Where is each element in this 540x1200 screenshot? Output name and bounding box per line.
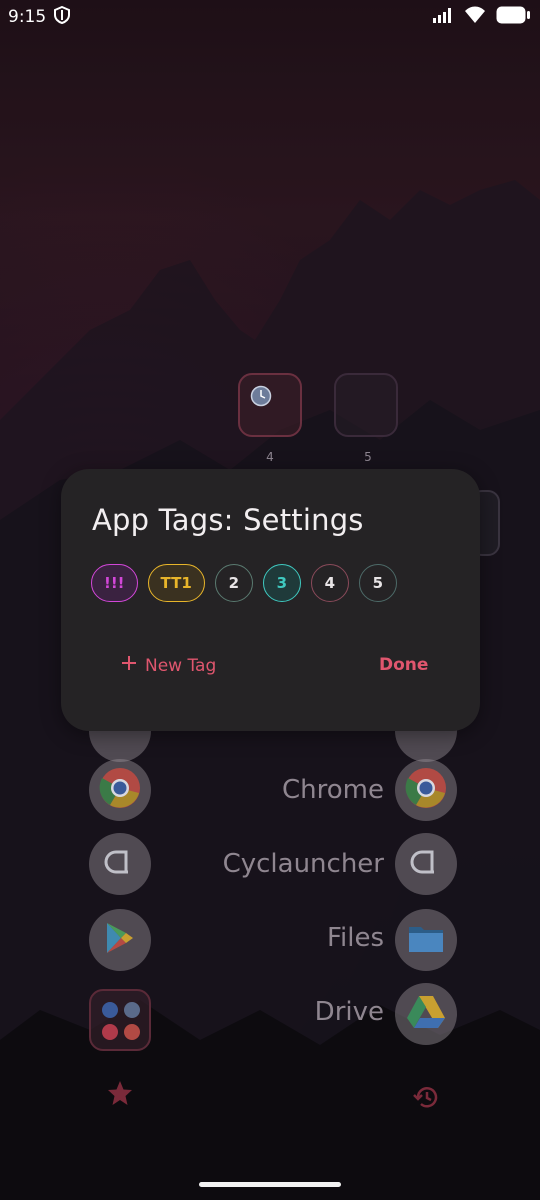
new-tag-button[interactable]: New Tag: [121, 655, 216, 676]
tag-chip[interactable]: 4: [310, 564, 349, 602]
tag-label: 5: [372, 574, 383, 592]
app-label-cyclauncher[interactable]: Cyclauncher: [223, 849, 384, 879]
battery-icon: [496, 6, 530, 29]
done-button[interactable]: Done: [379, 655, 428, 675]
chrome-icon: [404, 766, 448, 814]
drive-icon: [406, 994, 446, 1034]
tag-label: 3: [276, 574, 287, 592]
new-tag-label: New Tag: [145, 655, 217, 676]
clock-icon: [250, 385, 272, 411]
chrome-shortcut-right[interactable]: [395, 759, 457, 821]
tag-chip[interactable]: TT1: [147, 564, 205, 602]
app-label-chrome[interactable]: Chrome: [282, 775, 384, 805]
tag-label: 4: [324, 574, 335, 592]
drive-shortcut[interactable]: [395, 983, 457, 1045]
tag-label: !!!: [104, 574, 125, 592]
tag-chip[interactable]: 3: [262, 564, 301, 602]
play-store-icon: [104, 921, 136, 959]
folder-icon: [407, 922, 445, 958]
tag-label: TT1: [160, 574, 192, 592]
cyclauncher-shortcut-right[interactable]: [395, 833, 457, 895]
folder-4[interactable]: [238, 373, 302, 437]
folder-label: 5: [364, 450, 372, 464]
tag-chip[interactable]: 5: [358, 564, 397, 602]
tag-list: !!! TT1 2 3 4 5: [91, 564, 397, 602]
folder-preview-icons: [99, 999, 143, 1047]
app-label-files[interactable]: Files: [327, 923, 384, 953]
files-shortcut[interactable]: [395, 909, 457, 971]
wifi-icon: [464, 6, 486, 29]
status-bar: 9:15: [0, 0, 540, 34]
tag-chip[interactable]: !!!: [91, 564, 138, 602]
play-store-shortcut[interactable]: [89, 909, 151, 971]
dialog-title: App Tags: Settings: [92, 503, 364, 537]
star-icon[interactable]: [107, 1080, 133, 1110]
app-label-drive[interactable]: Drive: [315, 997, 384, 1027]
cyclauncher-shortcut-left[interactable]: [89, 833, 151, 895]
plus-icon: [121, 655, 137, 676]
chrome-shortcut-left[interactable]: [89, 759, 151, 821]
app-tags-dialog: App Tags: Settings !!! TT1 2 3 4 5 New T…: [61, 469, 480, 731]
app-folder[interactable]: [89, 989, 151, 1051]
tag-label: 2: [228, 574, 239, 592]
cyclauncher-icon: [406, 842, 446, 886]
tag-chip[interactable]: 2: [214, 564, 253, 602]
signal-icon: [432, 7, 454, 28]
shield-icon: [54, 5, 71, 29]
gesture-nav-handle[interactable]: [199, 1182, 341, 1187]
folder-label: 4: [266, 450, 274, 464]
chrome-icon: [98, 766, 142, 814]
folder-5[interactable]: [334, 373, 398, 437]
status-time: 9:15: [8, 7, 47, 27]
history-icon[interactable]: [413, 1084, 439, 1114]
cyclauncher-icon: [100, 842, 140, 886]
